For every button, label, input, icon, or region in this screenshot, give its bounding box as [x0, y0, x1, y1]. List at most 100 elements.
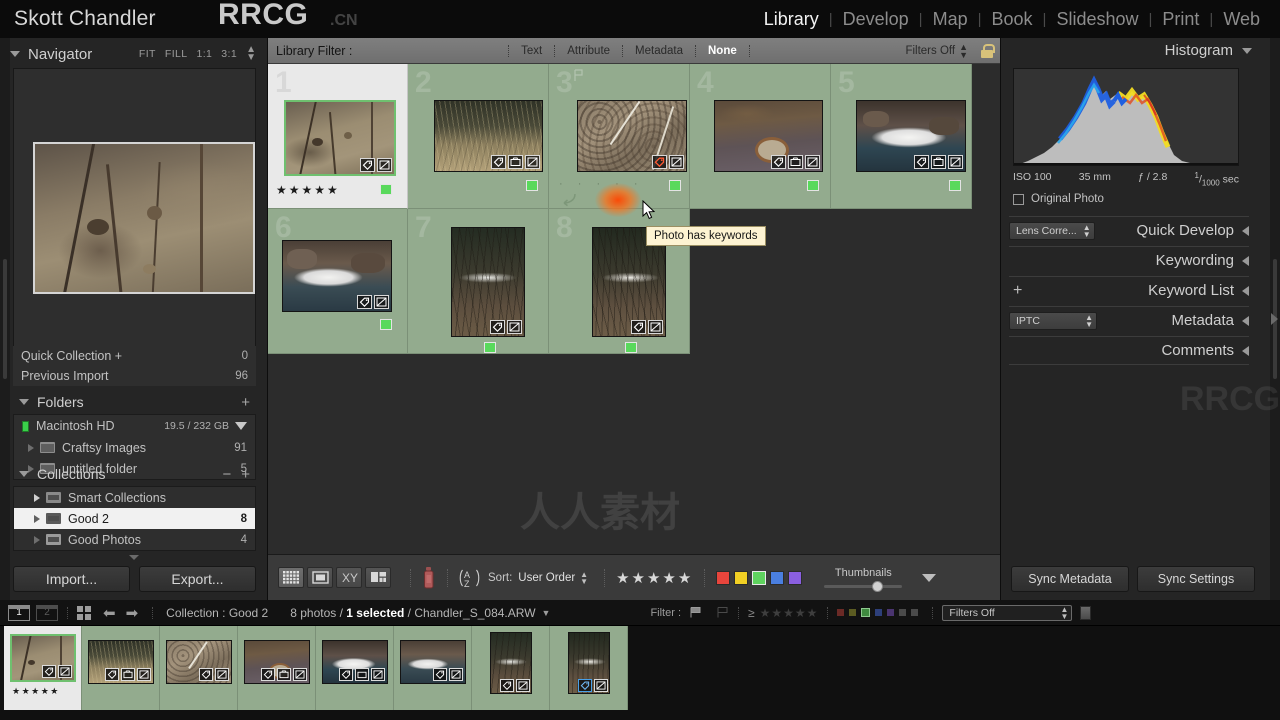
- filter-color-dot-blue[interactable]: [875, 609, 883, 616]
- identity-plate[interactable]: Skott Chandler: [0, 7, 156, 31]
- filter-color-dot-grey[interactable]: [899, 609, 907, 616]
- cell-thumbnail[interactable]: [282, 240, 392, 312]
- collection-disclosure-icon[interactable]: [34, 514, 40, 523]
- collection-row-smart-collections[interactable]: Smart Collections: [14, 487, 255, 508]
- comments-disclosure-icon[interactable]: [1242, 345, 1249, 356]
- crop-badge-icon[interactable]: [215, 668, 229, 681]
- zoom-fit[interactable]: FIT: [139, 48, 156, 60]
- crop-badge-icon[interactable]: [371, 668, 385, 681]
- quick-develop-disclosure-icon[interactable]: [1242, 225, 1249, 236]
- cell-color-label[interactable]: [625, 342, 637, 353]
- module-slideshow[interactable]: Slideshow: [1046, 9, 1148, 30]
- cell-rating-dots[interactable]: · · · · ·: [559, 178, 644, 190]
- filter-color-dot-green[interactable]: [861, 608, 871, 617]
- zoom-1-1[interactable]: 1:1: [197, 48, 213, 60]
- metadata-disclosure-icon[interactable]: [1242, 315, 1249, 326]
- crop-badge-icon[interactable]: [805, 155, 820, 169]
- crop-badge-icon[interactable]: [525, 155, 540, 169]
- filter-tab-metadata[interactable]: Metadata: [632, 45, 686, 57]
- import-button[interactable]: Import...: [13, 566, 130, 592]
- filmstrip-thumbnail[interactable]: [10, 634, 76, 682]
- grid-cell[interactable]: 2: [408, 64, 549, 209]
- grid-cell[interactable]: 1 ★★★★★: [268, 64, 408, 209]
- color-swatch-green[interactable]: [752, 570, 767, 585]
- filmstrip-thumbnail[interactable]: [322, 640, 388, 684]
- color-swatch-yellow[interactable]: [734, 570, 749, 585]
- filter-preset-label[interactable]: Filters Off: [905, 45, 959, 57]
- filmstrip-item[interactable]: [82, 626, 160, 710]
- cell-thumbnail[interactable]: [284, 100, 396, 176]
- filmstrip-item[interactable]: [550, 626, 628, 710]
- filmstrip-item[interactable]: [160, 626, 238, 710]
- cell-color-label[interactable]: [526, 180, 538, 191]
- keyword-badge-icon[interactable]: [771, 155, 786, 169]
- grid-view-icon[interactable]: [278, 567, 304, 588]
- module-web[interactable]: Web: [1213, 9, 1270, 30]
- compare-view-icon[interactable]: XY: [336, 567, 362, 588]
- original-photo-checkbox[interactable]: [1013, 193, 1024, 205]
- filter-preset-stepper-icon[interactable]: ▲ ▼: [959, 42, 975, 59]
- gps-badge-icon[interactable]: [277, 668, 291, 681]
- collections-disclosure-icon[interactable]: [19, 471, 29, 477]
- keyword-badge-icon[interactable]: [500, 679, 514, 692]
- cell-thumbnail[interactable]: [451, 227, 525, 337]
- navigator-disclosure-icon[interactable]: [10, 51, 20, 57]
- grid-cell[interactable]: 5: [831, 64, 972, 209]
- histogram-disclosure-icon[interactable]: [1242, 47, 1252, 54]
- filter-tab-text[interactable]: Text: [518, 45, 545, 57]
- zoom-stepper-icon[interactable]: ▲ ▼: [246, 45, 256, 63]
- gps-badge-icon[interactable]: [931, 155, 946, 169]
- crop-badge-icon[interactable]: [669, 155, 684, 169]
- module-book[interactable]: Book: [982, 9, 1043, 30]
- navigator-preview-box[interactable]: [13, 68, 256, 348]
- cell-color-label[interactable]: [807, 180, 819, 191]
- section-comments[interactable]: Comments: [1009, 336, 1249, 364]
- right-panel-collapse-icon[interactable]: [1271, 313, 1278, 325]
- filter-color-dot-none[interactable]: [911, 609, 919, 616]
- volume-disclosure-icon[interactable]: [235, 422, 247, 430]
- histogram-header[interactable]: Histogram: [1165, 42, 1252, 59]
- grid-view[interactable]: 1 ★★★★★ 2 3 · · · · · 4 5 6 7 8 Photo ha…: [268, 64, 1000, 554]
- module-print[interactable]: Print: [1152, 9, 1209, 30]
- gps-badge-icon[interactable]: [121, 668, 135, 681]
- arrow-right-icon[interactable]: ➡: [126, 604, 139, 622]
- filmstrip-item[interactable]: [472, 626, 550, 710]
- gps-badge-icon[interactable]: [508, 155, 523, 169]
- keyword-badge-icon[interactable]: [339, 668, 353, 681]
- filmstrip-rating-stars[interactable]: ★★★★★: [760, 606, 819, 620]
- collection-disclosure-icon[interactable]: [34, 493, 40, 502]
- module-library[interactable]: Library: [754, 9, 829, 30]
- crop-badge-icon[interactable]: [137, 668, 151, 681]
- left-panel-collapse-icon[interactable]: [128, 555, 139, 560]
- filmstrip-item[interactable]: [394, 626, 472, 710]
- arrow-left-icon[interactable]: ⬅: [103, 604, 116, 622]
- keywording-disclosure-icon[interactable]: [1242, 255, 1249, 266]
- crop-badge-icon[interactable]: [507, 320, 522, 334]
- filter-tab-none[interactable]: None: [705, 45, 740, 57]
- gps-badge-icon[interactable]: [355, 668, 369, 681]
- folders-header[interactable]: Folders +: [13, 390, 256, 414]
- filmstrip-thumbnail[interactable]: [88, 640, 154, 684]
- sync-settings-button[interactable]: Sync Settings: [1137, 566, 1255, 592]
- crop-badge-icon[interactable]: [449, 668, 463, 681]
- collections-header[interactable]: Collections − +: [13, 462, 256, 486]
- loupe-view-icon[interactable]: [307, 567, 333, 588]
- flag-icon[interactable]: [573, 69, 584, 82]
- cell-thumbnail[interactable]: [577, 100, 687, 172]
- keyword-badge-icon[interactable]: [261, 668, 275, 681]
- rating-gte-icon[interactable]: ≥: [748, 606, 755, 620]
- crop-badge-icon[interactable]: [648, 320, 663, 334]
- cell-thumbnail[interactable]: [856, 100, 966, 172]
- folder-disclosure-icon[interactable]: [28, 443, 34, 452]
- flag-reject-icon[interactable]: [716, 606, 729, 619]
- keyword-badge-icon[interactable]: [199, 668, 213, 681]
- zoom-fill[interactable]: FILL: [165, 48, 188, 60]
- page-1-button[interactable]: 1: [8, 604, 30, 621]
- filmstrip-item[interactable]: ★★★★★: [4, 626, 82, 710]
- thumbnail-size-control[interactable]: Thumbnails: [824, 567, 903, 592]
- dropdown-stepper-icon[interactable]: ▲ ▼: [1060, 605, 1068, 620]
- sync-metadata-button[interactable]: Sync Metadata: [1011, 566, 1129, 592]
- thumbnail-size-slider[interactable]: [824, 581, 903, 592]
- rating-filter-stars[interactable]: ★★★★★: [616, 569, 693, 587]
- keyword-badge-icon[interactable]: [360, 158, 375, 172]
